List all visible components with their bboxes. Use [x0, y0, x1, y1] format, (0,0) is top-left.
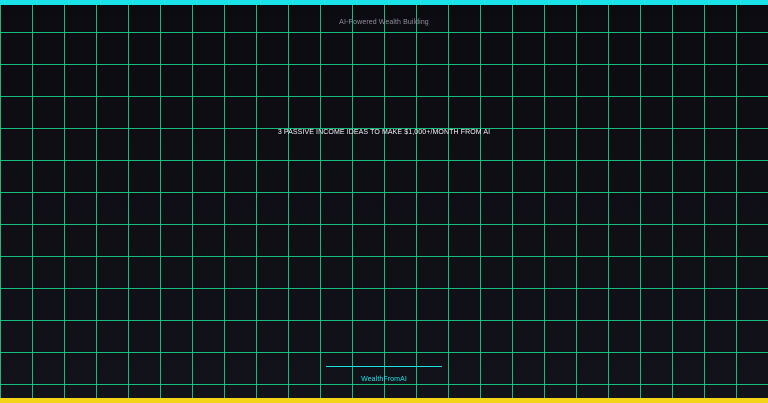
top-accent-bar	[0, 0, 768, 5]
divider-line	[326, 366, 442, 367]
brand-label: WealthFromAI	[361, 376, 407, 383]
subtitle: AI-Powered Wealth Building	[339, 19, 429, 26]
bottom-accent-bar	[0, 398, 768, 403]
slide: AI-Powered Wealth Building 3 PASSIVE INC…	[0, 0, 768, 403]
background-grid	[0, 0, 768, 403]
headline: 3 PASSIVE INCOME IDEAS TO MAKE $1,000+/M…	[277, 129, 491, 136]
